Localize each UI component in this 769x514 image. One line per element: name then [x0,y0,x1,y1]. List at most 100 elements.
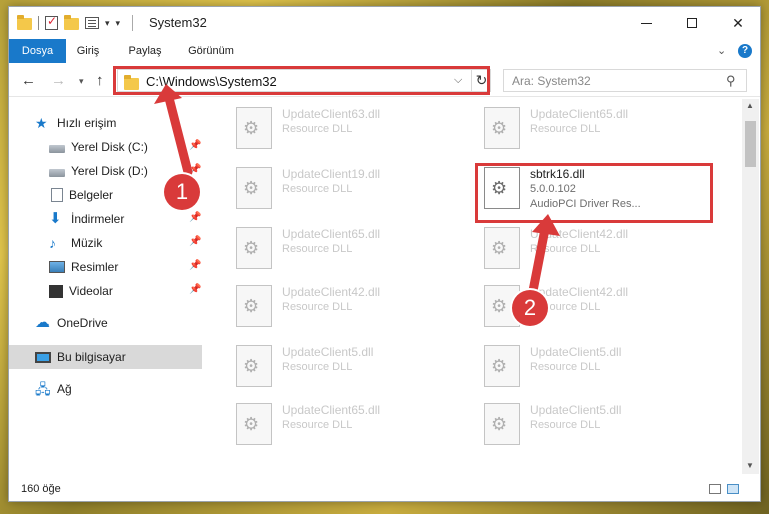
chevron-down-icon[interactable]: ▾ [105,18,110,29]
music-icon: ♪ [49,235,56,251]
forward-button[interactable]: → [51,72,66,89]
tab-share[interactable]: Paylaş [120,39,170,63]
refresh-button[interactable]: ↻ [471,70,491,91]
sidebar-item-quick-access[interactable]: ★ Hızlı erişim [9,111,202,135]
pin-icon[interactable]: 📌 [189,212,201,223]
tab-view[interactable]: Görünüm [176,39,246,63]
dll-file-icon [236,167,272,209]
pin-icon[interactable]: 📌 [189,164,201,175]
pin-icon[interactable]: 📌 [189,140,201,151]
new-folder-icon[interactable] [64,15,79,30]
dll-file-icon [236,107,272,149]
list-item[interactable]: UpdateClient63.dll Resource DLL [212,99,452,157]
file-name: UpdateClient5.dll [530,403,622,417]
help-icon[interactable]: ? [738,44,752,58]
navigation-pane: ★ Hızlı erişim Yerel Disk (C:) 📌 Yerel D… [9,99,212,474]
dll-file-icon [484,227,520,269]
list-item[interactable]: UpdateClient5.dll Resource DLL [460,337,700,395]
scroll-down-icon[interactable]: ▼ [746,461,754,470]
address-path[interactable]: C:\Windows\System32 [146,74,277,89]
file-name: UpdateClient42.dll [530,227,629,241]
file-name: UpdateClient63.dll [282,107,381,121]
list-item[interactable]: UpdateClient42.dll Resource DLL [460,219,700,277]
file-name: sbtrk16.dll [530,167,585,181]
file-description: Resource DLL [282,301,353,313]
file-name: UpdateClient5.dll [530,345,622,359]
sidebar-item-this-pc[interactable]: Bu bilgisayar [9,345,202,369]
list-item-sbtrk16[interactable]: sbtrk16.dll 5.0.0.102 AudioPCI Driver Re… [460,159,700,217]
dll-file-icon [484,403,520,445]
pin-icon[interactable]: 📌 [189,260,201,271]
file-name: UpdateClient65.dll [282,227,381,241]
file-description: Resource DLL [530,361,601,373]
dll-file-icon [484,167,520,209]
title-bar: ▾ ▾ System32 ✕ [9,7,760,39]
search-box[interactable]: Ara: System32 ⚲ [503,69,747,92]
list-item[interactable]: UpdateClient42.dll Resource DLL [460,277,700,335]
list-item[interactable]: UpdateClient65.dll Resource DLL [212,395,452,453]
customize-qat-icon[interactable]: ▾ [116,18,121,29]
sidebar-item-label: Yerel Disk (D:) [71,164,148,178]
sidebar-item-network[interactable]: 🖧 Ağ [9,377,202,401]
list-item[interactable]: UpdateClient65.dll Resource DLL [212,219,452,277]
up-button[interactable]: ↑ [96,72,104,89]
list-item[interactable]: UpdateClient5.dll Resource DLL [212,337,452,395]
back-button[interactable]: ← [21,72,36,89]
file-name: UpdateClient65.dll [530,107,629,121]
sidebar-item-local-disk-c[interactable]: Yerel Disk (C:) 📌 [9,135,202,159]
vertical-scrollbar[interactable]: ▲ ▼ [742,99,759,474]
documents-icon [51,188,63,202]
file-name: UpdateClient42.dll [282,285,381,299]
file-description: AudioPCI Driver Res... [530,198,641,210]
sidebar-item-label: Videolar [69,284,113,298]
close-button[interactable]: ✕ [715,7,761,39]
downloads-icon: ⬇ [49,210,62,227]
quick-access-toolbar: ▾ ▾ [17,14,134,31]
file-description: Resource DLL [530,419,601,431]
sidebar-item-music[interactable]: ♪ Müzik 📌 [9,231,202,255]
maximize-button[interactable] [669,7,715,39]
videos-icon [49,284,63,298]
list-item[interactable]: UpdateClient19.dll Resource DLL [212,159,452,217]
expand-ribbon-icon[interactable]: ⌄ [717,44,726,57]
list-item[interactable]: UpdateClient42.dll Resource DLL [212,277,452,335]
search-icon[interactable]: ⚲ [726,73,736,89]
sidebar-item-label: Yerel Disk (C:) [71,140,148,154]
sidebar-item-videos[interactable]: Videolar 📌 [9,279,202,303]
list-item[interactable]: UpdateClient65.dll Resource DLL [460,99,700,157]
details-view-icon[interactable] [709,484,721,494]
sidebar-item-label: Müzik [71,236,103,250]
tiles-view-icon[interactable] [727,484,739,494]
address-bar[interactable]: C:\Windows\System32 ⌵ ↻ [117,69,491,92]
recent-locations-button[interactable]: ▾ [79,76,84,87]
file-name: UpdateClient19.dll [282,167,381,181]
properties-check-icon[interactable] [45,14,58,30]
search-input[interactable]: Ara: System32 [512,74,591,88]
onedrive-icon: ☁ [35,314,50,331]
list-item[interactable]: UpdateClient5.dll Resource DLL [460,395,700,453]
sidebar-item-onedrive[interactable]: ☁ OneDrive [9,311,202,335]
scroll-up-icon[interactable]: ▲ [746,101,754,110]
minimize-button[interactable] [623,7,669,39]
scroll-thumb[interactable] [745,121,756,167]
pictures-icon [49,261,65,273]
close-icon: ✕ [732,14,744,31]
sidebar-item-downloads[interactable]: ⬇ İndirmeler 📌 [9,207,202,231]
address-dropdown-icon[interactable]: ⌵ [454,74,462,87]
sidebar-item-pictures[interactable]: Resimler 📌 [9,255,202,279]
file-description: Resource DLL [282,123,353,135]
pin-icon[interactable]: 📌 [189,284,201,295]
tab-home[interactable]: Giriş [66,39,110,63]
customize-view-icon[interactable] [85,17,99,29]
sidebar-item-label: İndirmeler [71,212,125,226]
pin-icon[interactable]: 📌 [189,236,201,247]
sidebar-item-label: Hızlı erişim [57,116,117,130]
file-version: 5.0.0.102 [530,183,576,195]
this-pc-icon [35,351,51,363]
file-description: Resource DLL [530,123,601,135]
file-list: UpdateClient63.dll Resource DLL UpdateCl… [212,99,742,474]
dll-file-icon [236,403,272,445]
step-2-badge: 2 [512,290,548,326]
sidebar-item-label: OneDrive [57,316,108,330]
dll-file-icon [236,227,272,269]
